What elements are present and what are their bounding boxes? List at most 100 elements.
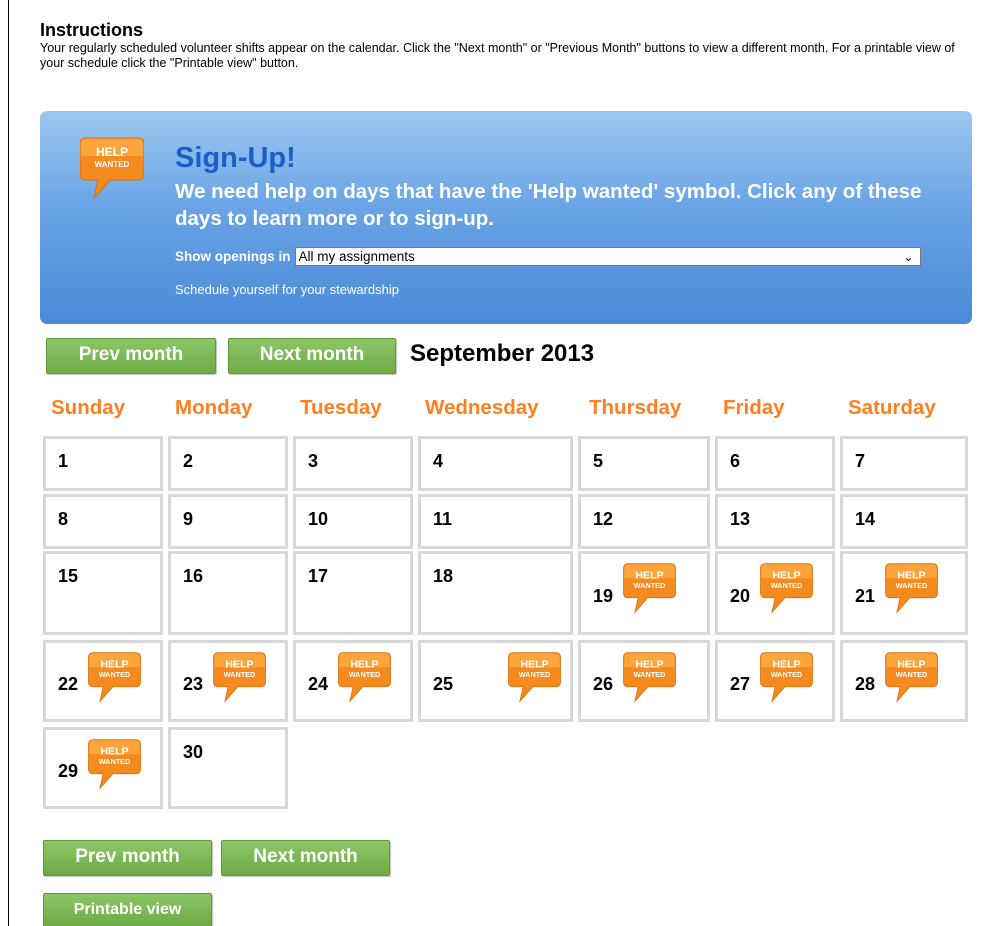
openings-label: Show openings in <box>175 249 291 264</box>
page-frame-border <box>8 0 9 926</box>
calendar-day-cell[interactable]: 23 HELP WANTED <box>168 640 288 722</box>
calendar-day-number: 25 <box>433 674 454 694</box>
svg-text:HELP: HELP <box>897 569 925 581</box>
calendar-day-cell[interactable]: 22 HELP WANTED <box>43 640 163 722</box>
help-wanted-icon[interactable]: HELPWANTED <box>623 562 676 614</box>
svg-text:HELP: HELP <box>772 658 800 670</box>
day-header-monday: Monday <box>175 396 253 419</box>
prev-month-button-bottom[interactable]: Prev month <box>43 840 212 876</box>
calendar-day-number: 11 <box>433 509 453 529</box>
openings-selected-value: All my assignments <box>298 249 415 264</box>
svg-text:WANTED: WANTED <box>519 670 551 679</box>
calendar-day-number: 30 <box>183 742 204 762</box>
calendar-day-cell[interactable]: 24 HELP WANTED <box>293 640 413 722</box>
help-wanted-icon[interactable]: HELPWANTED <box>88 651 141 703</box>
calendar-day-cell[interactable]: 2 <box>168 436 288 491</box>
calendar-day-cell[interactable]: 19 HELP WANTED <box>578 551 710 635</box>
signup-title: Sign-Up! <box>175 142 296 174</box>
calendar-day-number: 13 <box>730 509 751 529</box>
svg-text:HELP: HELP <box>897 658 925 670</box>
printable-view-button[interactable]: Printable view <box>43 893 212 926</box>
signup-banner: HELP WANTED Sign-Up! We need help on day… <box>40 111 972 324</box>
help-wanted-icon[interactable]: HELPWANTED <box>623 651 676 703</box>
svg-text:HELP: HELP <box>635 658 663 670</box>
calendar-day-number: 6 <box>730 451 741 471</box>
svg-text:HELP: HELP <box>100 745 128 757</box>
calendar-day-cell[interactable]: 28 HELP WANTED <box>840 640 968 722</box>
calendar-day-cell[interactable]: 20 HELP WANTED <box>715 551 835 635</box>
calendar-day-number: 20 <box>730 586 751 606</box>
calendar-day-number: 8 <box>58 509 69 529</box>
calendar-day-cell[interactable]: 16 <box>168 551 288 635</box>
help-wanted-icon: HELP WANTED <box>80 137 144 200</box>
svg-text:HELP: HELP <box>772 569 800 581</box>
schedule-yourself-link[interactable]: Schedule yourself for your stewardship <box>175 282 399 297</box>
instructions-section: Instructions Your regularly scheduled vo… <box>40 20 975 71</box>
calendar-day-cell[interactable]: 9 <box>168 494 288 549</box>
help-wanted-icon[interactable]: HELPWANTED <box>885 651 938 703</box>
day-header-saturday: Saturday <box>848 396 936 419</box>
calendar-day-cell[interactable]: 5 <box>578 436 710 491</box>
calendar-day-cell[interactable]: 6 <box>715 436 835 491</box>
calendar-day-cell[interactable]: 25 HELP WANTED <box>418 640 573 722</box>
next-month-button-top[interactable]: Next month <box>228 338 396 374</box>
calendar-day-number: 23 <box>183 674 204 694</box>
calendar-day-cell[interactable]: 12 <box>578 494 710 549</box>
calendar-day-cell[interactable]: 29 HELP WANTED <box>43 727 163 809</box>
calendar-day-number: 1 <box>58 451 69 471</box>
calendar-day-cell[interactable]: 7 <box>840 436 968 491</box>
calendar-day-cell[interactable]: 18 <box>418 551 573 635</box>
help-wanted-icon[interactable]: HELPWANTED <box>760 651 813 703</box>
svg-text:HELP: HELP <box>100 658 128 670</box>
help-wanted-icon[interactable]: HELPWANTED <box>88 738 141 790</box>
help-wanted-icon[interactable]: HELPWANTED <box>885 562 938 614</box>
day-header-friday: Friday <box>723 396 785 419</box>
svg-text:WANTED: WANTED <box>896 581 928 590</box>
openings-filter: Show openings in All my assignments ⌄ <box>175 247 921 266</box>
calendar-day-cell[interactable]: 15 <box>43 551 163 635</box>
calendar-day-number: 22 <box>58 674 79 694</box>
help-wanted-icon[interactable]: HELPWANTED <box>213 651 266 703</box>
calendar-day-cell[interactable]: 14 <box>840 494 968 549</box>
calendar-day-number: 29 <box>58 761 79 781</box>
calendar-day-cell[interactable]: 21 HELP WANTED <box>840 551 968 635</box>
signup-message: We need help on days that have the 'Help… <box>175 180 922 230</box>
calendar-day-cell[interactable]: 27 HELP WANTED <box>715 640 835 722</box>
day-header-thursday: Thursday <box>589 396 682 419</box>
calendar-day-cell[interactable]: 10 <box>293 494 413 549</box>
calendar-day-number: 3 <box>308 451 319 471</box>
prev-month-button-top[interactable]: Prev month <box>46 338 216 374</box>
calendar-day-number: 26 <box>593 674 614 694</box>
help-wanted-icon[interactable]: HELPWANTED <box>338 651 391 703</box>
calendar-day-number: 10 <box>308 509 329 529</box>
openings-select[interactable]: All my assignments ⌄ <box>294 247 921 266</box>
calendar-day-cell[interactable]: 17 <box>293 551 413 635</box>
next-month-button-bottom[interactable]: Next month <box>221 840 390 876</box>
day-header-sunday: Sunday <box>51 396 126 419</box>
instructions-text: Your regularly scheduled volunteer shift… <box>40 41 955 70</box>
calendar-day-number: 4 <box>433 451 444 471</box>
calendar-day-cell[interactable]: 8 <box>43 494 163 549</box>
calendar-day-cell[interactable]: 26 HELP WANTED <box>578 640 710 722</box>
chevron-down-icon: ⌄ <box>903 250 914 264</box>
calendar-day-cell[interactable]: 30 <box>168 727 288 809</box>
svg-text:WANTED: WANTED <box>95 160 130 169</box>
svg-text:WANTED: WANTED <box>99 670 131 679</box>
calendar-day-cell[interactable]: 11 <box>418 494 573 549</box>
svg-text:WANTED: WANTED <box>224 670 256 679</box>
day-header-wednesday: Wednesday <box>425 396 539 419</box>
calendar-day-number: 24 <box>308 674 329 694</box>
calendar-day-cell[interactable]: 4 <box>418 436 573 491</box>
svg-text:HELP: HELP <box>96 145 128 159</box>
svg-text:HELP: HELP <box>350 658 378 670</box>
calendar-day-cell[interactable]: 1 <box>43 436 163 491</box>
calendar-day-number: 14 <box>855 509 876 529</box>
help-wanted-icon[interactable]: HELPWANTED <box>508 651 561 703</box>
help-wanted-icon[interactable]: HELPWANTED <box>760 562 813 614</box>
calendar-day-cell[interactable]: 3 <box>293 436 413 491</box>
calendar-day-number: 2 <box>183 451 194 471</box>
svg-text:HELP: HELP <box>520 658 548 670</box>
calendar-day-number: 27 <box>730 674 751 694</box>
calendar-day-cell[interactable]: 13 <box>715 494 835 549</box>
calendar-day-number: 7 <box>855 451 866 471</box>
